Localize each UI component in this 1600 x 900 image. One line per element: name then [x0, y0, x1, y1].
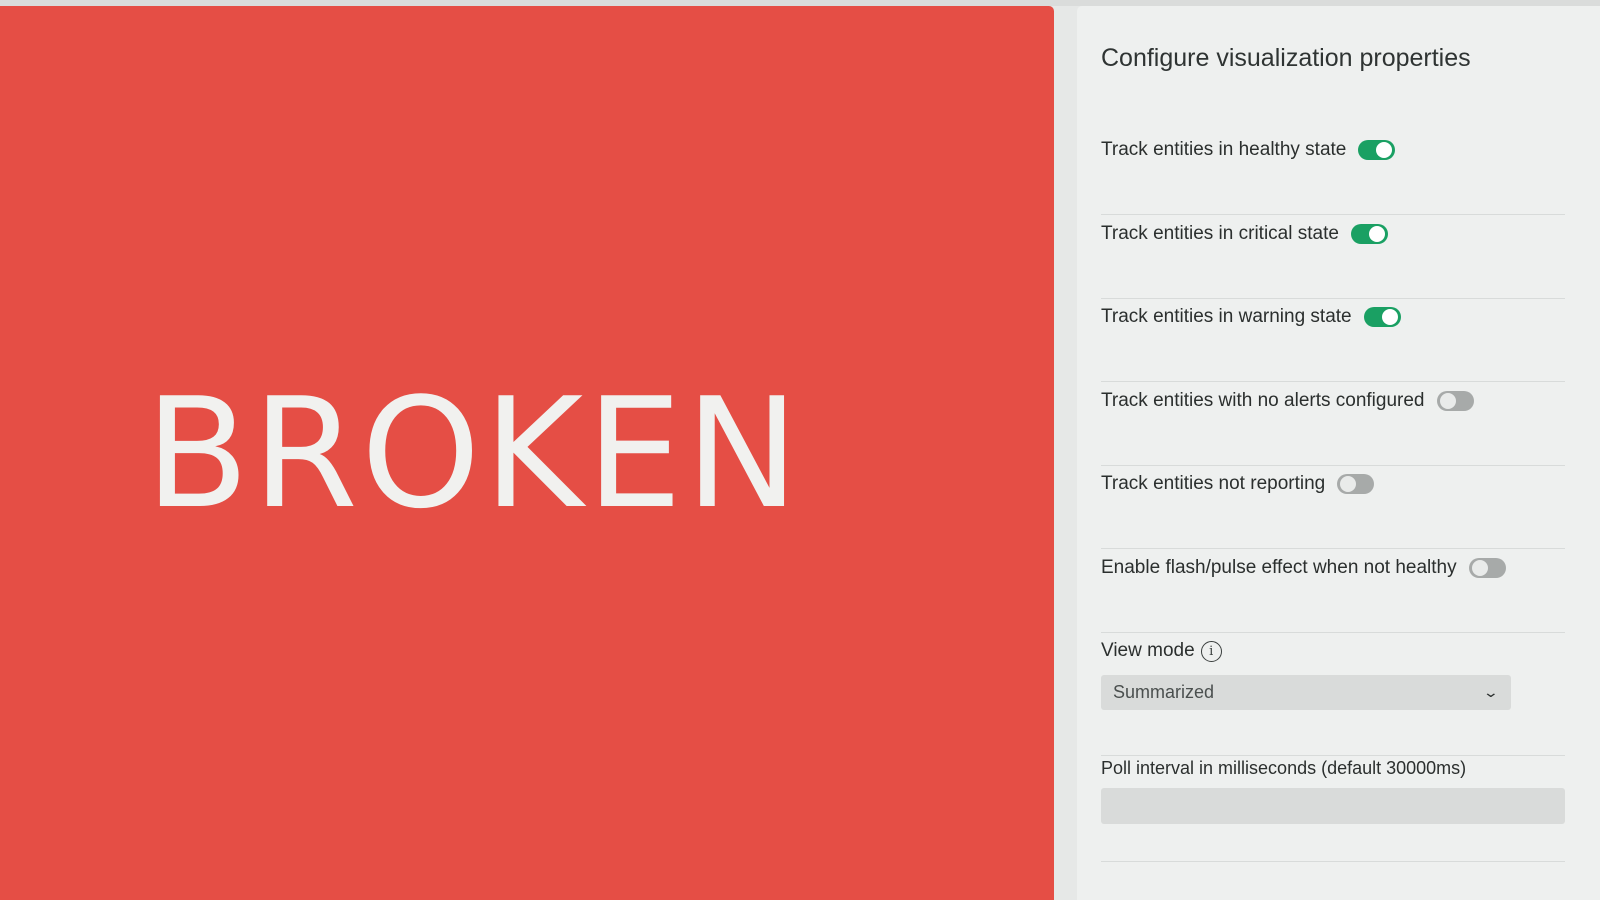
toggle-knob [1368, 226, 1385, 242]
toggle-no-alerts-switch[interactable] [1436, 391, 1474, 411]
toggle-label-wrap: Track entities in warning state [1101, 298, 1401, 336]
poll-interval-input[interactable] [1101, 788, 1565, 824]
toggle-row-flash-pulse: Enable flash/pulse effect when not healt… [1101, 549, 1565, 633]
toggle-flash-pulse-switch[interactable] [1468, 558, 1506, 578]
poll-interval-label: Poll interval in milliseconds (default 3… [1101, 758, 1467, 778]
view-mode-label: View mode [1101, 640, 1195, 661]
toggle-row-critical: Track entities in critical state [1101, 215, 1565, 299]
toggle-row-not-reporting: Track entities not reporting [1101, 465, 1565, 549]
toggle-label-flash-pulse: Enable flash/pulse effect when not healt… [1101, 557, 1457, 578]
toggle-knob [1381, 309, 1398, 325]
toggle-label-healthy: Track entities in healthy state [1101, 139, 1347, 160]
toggle-label-no-alerts: Track entities with no alerts configured [1101, 390, 1425, 411]
panel-title: Configure visualization properties [1101, 44, 1471, 72]
toggle-label-critical: Track entities in critical state [1101, 223, 1339, 244]
toggle-knob [1471, 560, 1488, 576]
view-mode-select[interactable]: Summarized ⌄ [1101, 675, 1511, 710]
toggle-label-wrap: Track entities with no alerts configured [1101, 382, 1474, 420]
visualization-tile[interactable]: BROKEN [0, 6, 1054, 900]
toggle-label-wrap: Track entities in critical state [1101, 215, 1388, 253]
toggle-knob [1439, 393, 1456, 409]
info-circle-icon[interactable]: i [1200, 640, 1222, 662]
toggle-label-wrap: Track entities not reporting [1101, 465, 1375, 503]
toggle-row-no-alerts: Track entities with no alerts configured [1101, 382, 1565, 466]
toggle-knob [1376, 142, 1393, 158]
view-mode-selected-value: Summarized [1113, 682, 1215, 702]
toggle-label-wrap: Track entities in healthy state [1101, 131, 1396, 169]
toggle-not-reporting-switch[interactable] [1337, 474, 1375, 494]
toggle-critical-switch[interactable] [1350, 224, 1388, 244]
toggle-knob [1340, 476, 1357, 492]
toggle-label-not-reporting: Track entities not reporting [1101, 473, 1326, 494]
toggle-label-warning: Track entities in warning state [1101, 306, 1352, 327]
toggle-row-healthy: Track entities in healthy state [1101, 131, 1565, 215]
view-mode-label-wrap: View mode i [1101, 636, 1222, 666]
chevron-down-icon: ⌄ [1482, 684, 1500, 700]
config-panel: Configure visualization properties Track… [1077, 6, 1600, 900]
page: BROKEN Configure visualization propertie… [0, 0, 1600, 900]
toggle-healthy-switch[interactable] [1358, 140, 1396, 160]
toggle-row-warning: Track entities in warning state [1101, 298, 1565, 382]
toggle-warning-switch[interactable] [1363, 307, 1401, 327]
status-text: BROKEN [145, 365, 802, 542]
poll-interval-row: Poll interval in milliseconds (default 3… [1101, 728, 1565, 862]
toggle-label-wrap: Enable flash/pulse effect when not healt… [1101, 549, 1506, 587]
